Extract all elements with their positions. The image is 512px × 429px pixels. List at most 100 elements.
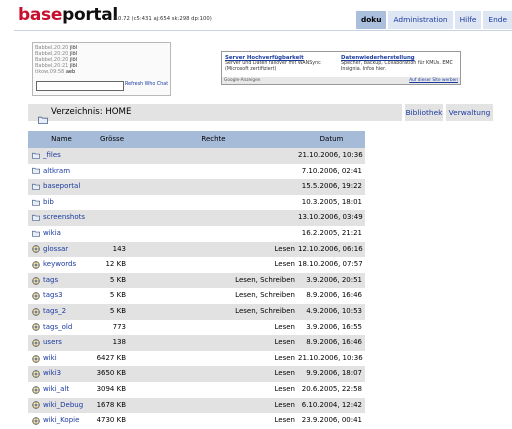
file-link[interactable]: wiki bbox=[43, 351, 57, 367]
cell-rights: Lesen bbox=[274, 369, 295, 378]
file-link[interactable]: _files bbox=[43, 148, 61, 164]
ads-footer: Google-Anzeigen Auf dieser Site werben bbox=[222, 77, 460, 84]
top-navigation: doku Administration Hilfe Ende bbox=[355, 11, 512, 29]
database-icon bbox=[32, 323, 40, 332]
cell-date: 9.9.2006, 18:07 bbox=[306, 369, 362, 378]
file-link[interactable]: wiki_Debug bbox=[43, 398, 83, 414]
file-link[interactable]: bib bbox=[43, 195, 54, 211]
cell-size bbox=[95, 164, 129, 180]
file-link[interactable]: tags3 bbox=[43, 288, 63, 304]
file-link[interactable]: tags_2 bbox=[43, 304, 66, 320]
file-link[interactable]: glossar bbox=[43, 242, 68, 258]
table-row[interactable]: wikia 16.2.2005, 21:21 bbox=[28, 225, 365, 242]
verwaltung-button[interactable]: Verwaltung bbox=[446, 104, 493, 121]
nav-tab-hilfe[interactable]: Hilfe bbox=[454, 11, 482, 29]
cell-rights: Lesen bbox=[274, 400, 295, 409]
table-row[interactable]: tags 5 KB Lesen, Schreiben 3.9.2006, 20:51 bbox=[28, 272, 365, 289]
column-header-size[interactable]: Grösse bbox=[95, 131, 129, 148]
table-row[interactable]: bib 10.3.2005, 18:01 bbox=[28, 194, 365, 211]
cell-size bbox=[95, 210, 129, 226]
file-link[interactable]: users bbox=[43, 335, 62, 351]
cell-size: 6427 KB bbox=[96, 353, 126, 362]
version-info: 3.0.72 (c5:431 aj:654 sk:298 dp:100) bbox=[113, 16, 212, 22]
cell-size: 4730 KB bbox=[96, 416, 126, 425]
column-header-date[interactable]: Datum bbox=[298, 131, 365, 148]
cell-name: altkram bbox=[28, 164, 95, 180]
nav-tab-doku[interactable]: doku bbox=[355, 11, 387, 29]
file-link[interactable]: wiki3 bbox=[43, 366, 61, 382]
file-link[interactable]: wiki_Kopie bbox=[43, 413, 79, 429]
ad-server-hochverfuegbarkeit[interactable]: Server Hochverfügbarkeit Server und Date… bbox=[225, 55, 337, 73]
table-row[interactable]: glossar 143 Lesen 12.10.2006, 06:16 bbox=[28, 241, 365, 258]
table-row[interactable]: wiki_Debug 1678 KB Lesen 6.10.2004, 12:42 bbox=[28, 397, 365, 414]
ads-label[interactable]: Google-Anzeigen bbox=[224, 78, 260, 83]
column-header-rights[interactable]: Rechte bbox=[129, 131, 298, 148]
cell-date: 4.9.2006, 10:53 bbox=[306, 306, 362, 315]
cell-size: 5 KB bbox=[109, 306, 126, 315]
file-link[interactable]: baseportal bbox=[43, 179, 80, 195]
nav-tab-administration[interactable]: Administration bbox=[388, 11, 453, 29]
table-row[interactable]: altkram 7.10.2006, 02:41 bbox=[28, 163, 365, 180]
table-row[interactable]: _files 21.10.2006, 10:36 bbox=[28, 148, 365, 164]
column-header-name[interactable]: Name bbox=[28, 131, 95, 148]
folder-icon bbox=[32, 230, 40, 238]
bibliothek-button[interactable]: Bibliothek bbox=[405, 104, 443, 121]
cell-name: tags3 bbox=[28, 288, 95, 304]
cell-name: wiki bbox=[28, 351, 95, 367]
file-link[interactable]: tags bbox=[43, 273, 58, 289]
advertise-link[interactable]: Auf dieser Site werben bbox=[409, 77, 458, 84]
table-header-row: Name Grösse Rechte Datum bbox=[28, 131, 365, 148]
file-link[interactable]: screenshots bbox=[43, 210, 85, 226]
file-link[interactable]: altkram bbox=[43, 164, 70, 180]
cell-date: 20.6.2005, 22:58 bbox=[301, 384, 362, 393]
ad-text: (Microsoft zertifiziert) bbox=[225, 67, 277, 72]
file-link[interactable]: wikia bbox=[43, 226, 61, 242]
file-link[interactable]: tags_old bbox=[43, 320, 72, 336]
cell-rights: Lesen bbox=[274, 322, 295, 331]
cell-name: _files bbox=[28, 148, 95, 164]
header-divider bbox=[14, 30, 512, 31]
table-row[interactable]: screenshots 13.10.2006, 03:49 bbox=[28, 210, 365, 226]
folder-icon bbox=[32, 167, 40, 175]
cell-size: 5 KB bbox=[109, 275, 126, 284]
table-row[interactable]: wiki3 3650 KB Lesen 9.9.2006, 18:07 bbox=[28, 366, 365, 382]
cell-size: 3094 KB bbox=[96, 384, 126, 393]
table-row[interactable]: tags_old 773 Lesen 3.9.2006, 16:55 bbox=[28, 319, 365, 336]
cell-name: wiki3 bbox=[28, 366, 95, 382]
cell-date: 16.2.2005, 21:21 bbox=[301, 228, 362, 237]
cell-name: users bbox=[28, 335, 95, 351]
chat-line-meta: tikow,09:58 bbox=[35, 69, 65, 75]
cell-rights: Lesen, Schreiben bbox=[235, 291, 295, 300]
refresh-chat-link[interactable]: Refresh Who Chat bbox=[125, 82, 168, 87]
chat-input[interactable] bbox=[36, 81, 124, 91]
file-link[interactable]: keywords bbox=[43, 257, 76, 273]
cell-rights: Lesen, Schreiben bbox=[235, 306, 295, 315]
cell-rights: Lesen bbox=[274, 353, 295, 362]
database-icon bbox=[32, 245, 40, 254]
nav-tab-ende[interactable]: Ende bbox=[483, 11, 512, 29]
cell-size: 5 KB bbox=[109, 291, 126, 300]
ad-datenwiederherstellung[interactable]: Datenwiederherstellung Specher, Backup, … bbox=[341, 55, 458, 73]
cell-name: wiki_Kopie bbox=[28, 413, 95, 429]
cell-size bbox=[95, 226, 129, 242]
database-icon bbox=[32, 354, 40, 363]
cell-size bbox=[95, 179, 129, 195]
table-row[interactable]: baseportal 15.5.2006, 19:22 bbox=[28, 179, 365, 195]
table-row[interactable]: tags_2 5 KB Lesen, Schreiben 4.9.2006, 10:5… bbox=[28, 303, 365, 320]
table-row[interactable]: users 138 Lesen 8.9.2006, 16:46 bbox=[28, 335, 365, 351]
ad-text: Insignia. Infos hier. bbox=[341, 67, 387, 72]
table-row[interactable]: wiki 6427 KB Lesen 21.10.2006, 10:36 bbox=[28, 350, 365, 367]
table-row[interactable]: wiki_Kopie 4730 KB Lesen 23.9.2006, 00:41 bbox=[28, 413, 365, 429]
cell-rights bbox=[129, 148, 298, 164]
database-icon bbox=[32, 292, 40, 300]
who-chat-box: Babbel,20:20 jlöl Babbel,20:20 jlöl Babb… bbox=[32, 42, 171, 96]
table-row[interactable]: tags3 5 KB Lesen, Schreiben 8.9.2006, 16:46 bbox=[28, 288, 365, 304]
cell-rights bbox=[129, 226, 298, 242]
cell-date: 23.9.2006, 00:41 bbox=[301, 416, 362, 425]
file-link[interactable]: wiki_alt bbox=[43, 382, 69, 398]
baseportal-logo[interactable]: baseportal bbox=[18, 5, 118, 25]
table-row[interactable]: wiki_alt 3094 KB Lesen 20.6.2005, 22:58 bbox=[28, 381, 365, 398]
table-row[interactable]: keywords 12 KB Lesen 18.10.2006, 07:57 bbox=[28, 257, 365, 273]
folder-icon bbox=[32, 152, 40, 160]
database-icon bbox=[32, 308, 40, 316]
